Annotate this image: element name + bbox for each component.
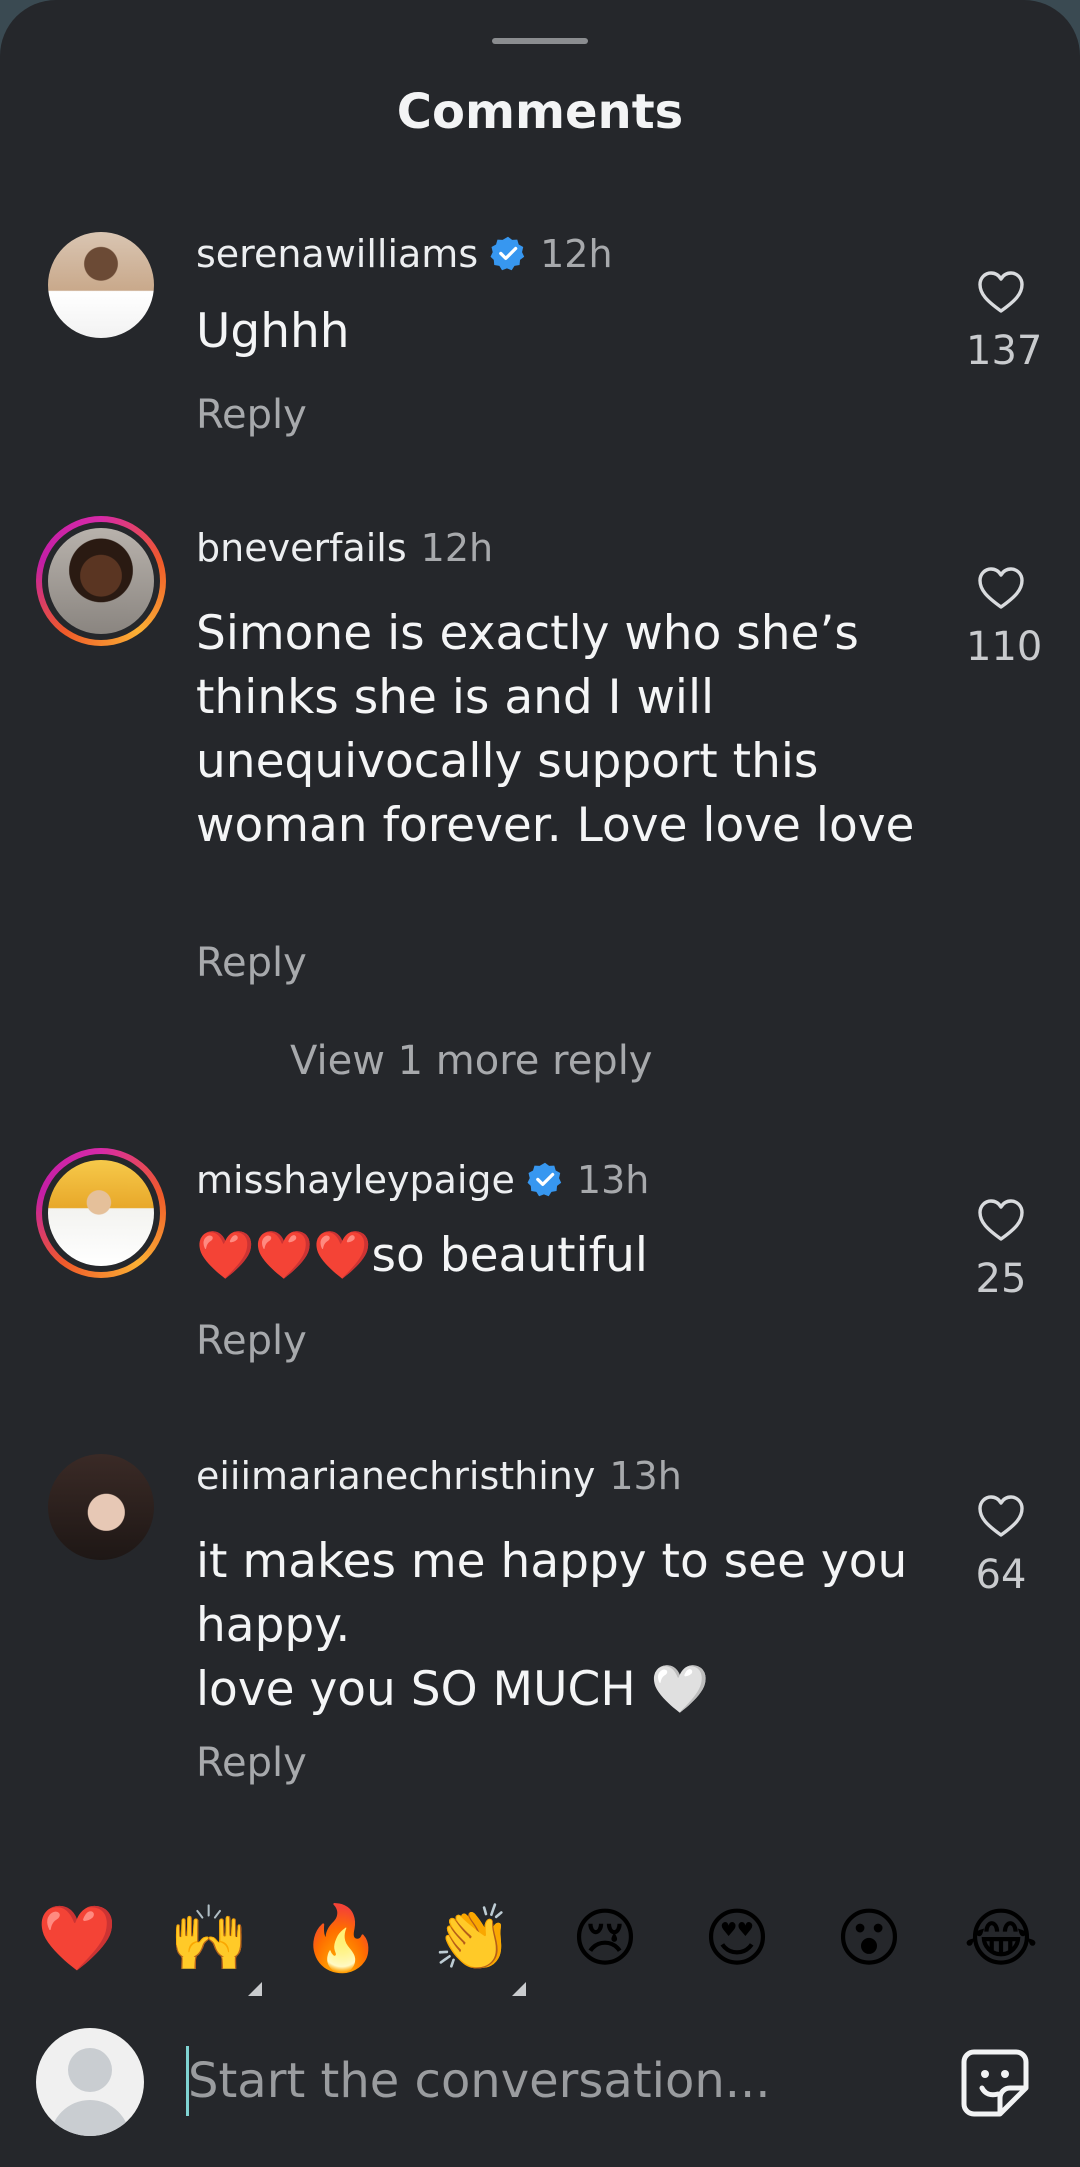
comment-header: bneverfails 12h: [196, 526, 493, 570]
comment-header: eiiimarianechristhiny 13h: [196, 1454, 682, 1498]
verified-badge-icon: [527, 1162, 562, 1197]
drag-handle[interactable]: [492, 38, 588, 44]
comment-text: it makes me happy to see you happy. love…: [196, 1530, 916, 1722]
comment-input[interactable]: [188, 2046, 888, 2116]
like-count: 64: [975, 1552, 1027, 1598]
emoji-heart-eyes[interactable]: 😍: [694, 1896, 780, 1982]
emoji-clapping[interactable]: 👏: [430, 1896, 526, 1996]
comment-header: serenawilliams 12h: [196, 232, 613, 276]
username[interactable]: misshayleypaige: [196, 1158, 515, 1202]
avatar-story-ring[interactable]: [36, 1148, 166, 1278]
username[interactable]: bneverfails: [196, 526, 407, 570]
view-more-replies-link[interactable]: View 1 more reply: [290, 1038, 652, 1084]
emoji-glyph: 🙌: [169, 1902, 249, 1976]
comment-text-line: love you SO MUCH 🤍: [196, 1662, 710, 1717]
reply-button[interactable]: Reply: [196, 1740, 307, 1786]
emoji-laughing[interactable]: 😂: [958, 1896, 1044, 1982]
comment-header: misshayleypaige 13h: [196, 1158, 649, 1202]
like-button[interactable]: 25: [966, 1198, 1036, 1302]
avatar: [48, 1160, 154, 1266]
timestamp: 13h: [609, 1454, 682, 1498]
sheet-title: Comments: [396, 84, 684, 140]
reply-button[interactable]: Reply: [196, 392, 307, 438]
heart-outline-icon: [978, 567, 1024, 609]
like-count: 25: [975, 1256, 1027, 1302]
emoji-glyph: 👏: [433, 1902, 513, 1976]
default-avatar-icon: [36, 2028, 144, 2136]
comment-text-line: it makes me happy to see you happy.: [196, 1534, 908, 1653]
avatar[interactable]: [48, 232, 154, 338]
heart-outline-icon: [978, 1199, 1024, 1241]
reply-button[interactable]: Reply: [196, 940, 307, 986]
sticker-icon[interactable]: [960, 2048, 1030, 2118]
like-button[interactable]: 64: [966, 1494, 1036, 1598]
username[interactable]: eiiimarianechristhiny: [196, 1454, 595, 1498]
comment-text: ❤️❤️❤️so beautiful: [196, 1228, 648, 1283]
timestamp: 13h: [576, 1158, 650, 1202]
verified-badge-icon: [490, 236, 525, 271]
comment-text: Ughhh: [196, 304, 350, 359]
like-count: 137: [966, 328, 1043, 374]
reply-button[interactable]: Reply: [196, 1318, 307, 1364]
comments-sheet: Comments serenawilliams 12h Ughhh Reply 1…: [0, 0, 1080, 2167]
comment-composer: [0, 2028, 1080, 2138]
emoji-raised-hands[interactable]: 🙌: [166, 1896, 262, 1996]
skin-tone-indicator: [512, 1982, 526, 1996]
emoji-crying[interactable]: 😢: [562, 1896, 648, 1982]
like-count: 110: [966, 624, 1043, 670]
avatar-story-ring[interactable]: [36, 516, 166, 646]
emoji-fire[interactable]: 🔥: [298, 1896, 384, 1982]
heart-outline-icon: [978, 1495, 1024, 1537]
skin-tone-indicator: [248, 1982, 262, 1996]
timestamp: 12h: [420, 526, 494, 570]
emoji-surprised[interactable]: 😮: [826, 1896, 912, 1982]
timestamp: 12h: [540, 232, 613, 276]
emoji-heart[interactable]: ❤️: [34, 1896, 120, 1982]
avatar: [48, 528, 154, 634]
username[interactable]: serenawilliams: [196, 232, 478, 276]
avatar[interactable]: [48, 1454, 154, 1560]
like-button[interactable]: 110: [966, 566, 1043, 670]
heart-outline-icon: [978, 271, 1024, 313]
like-button[interactable]: 137: [966, 270, 1043, 374]
comment-text: Simone is exactly who she’s thinks she i…: [196, 606, 915, 853]
emoji-quick-bar: ❤️ 🙌 🔥 👏 😢 😍 😮 😂: [0, 1896, 1080, 1996]
